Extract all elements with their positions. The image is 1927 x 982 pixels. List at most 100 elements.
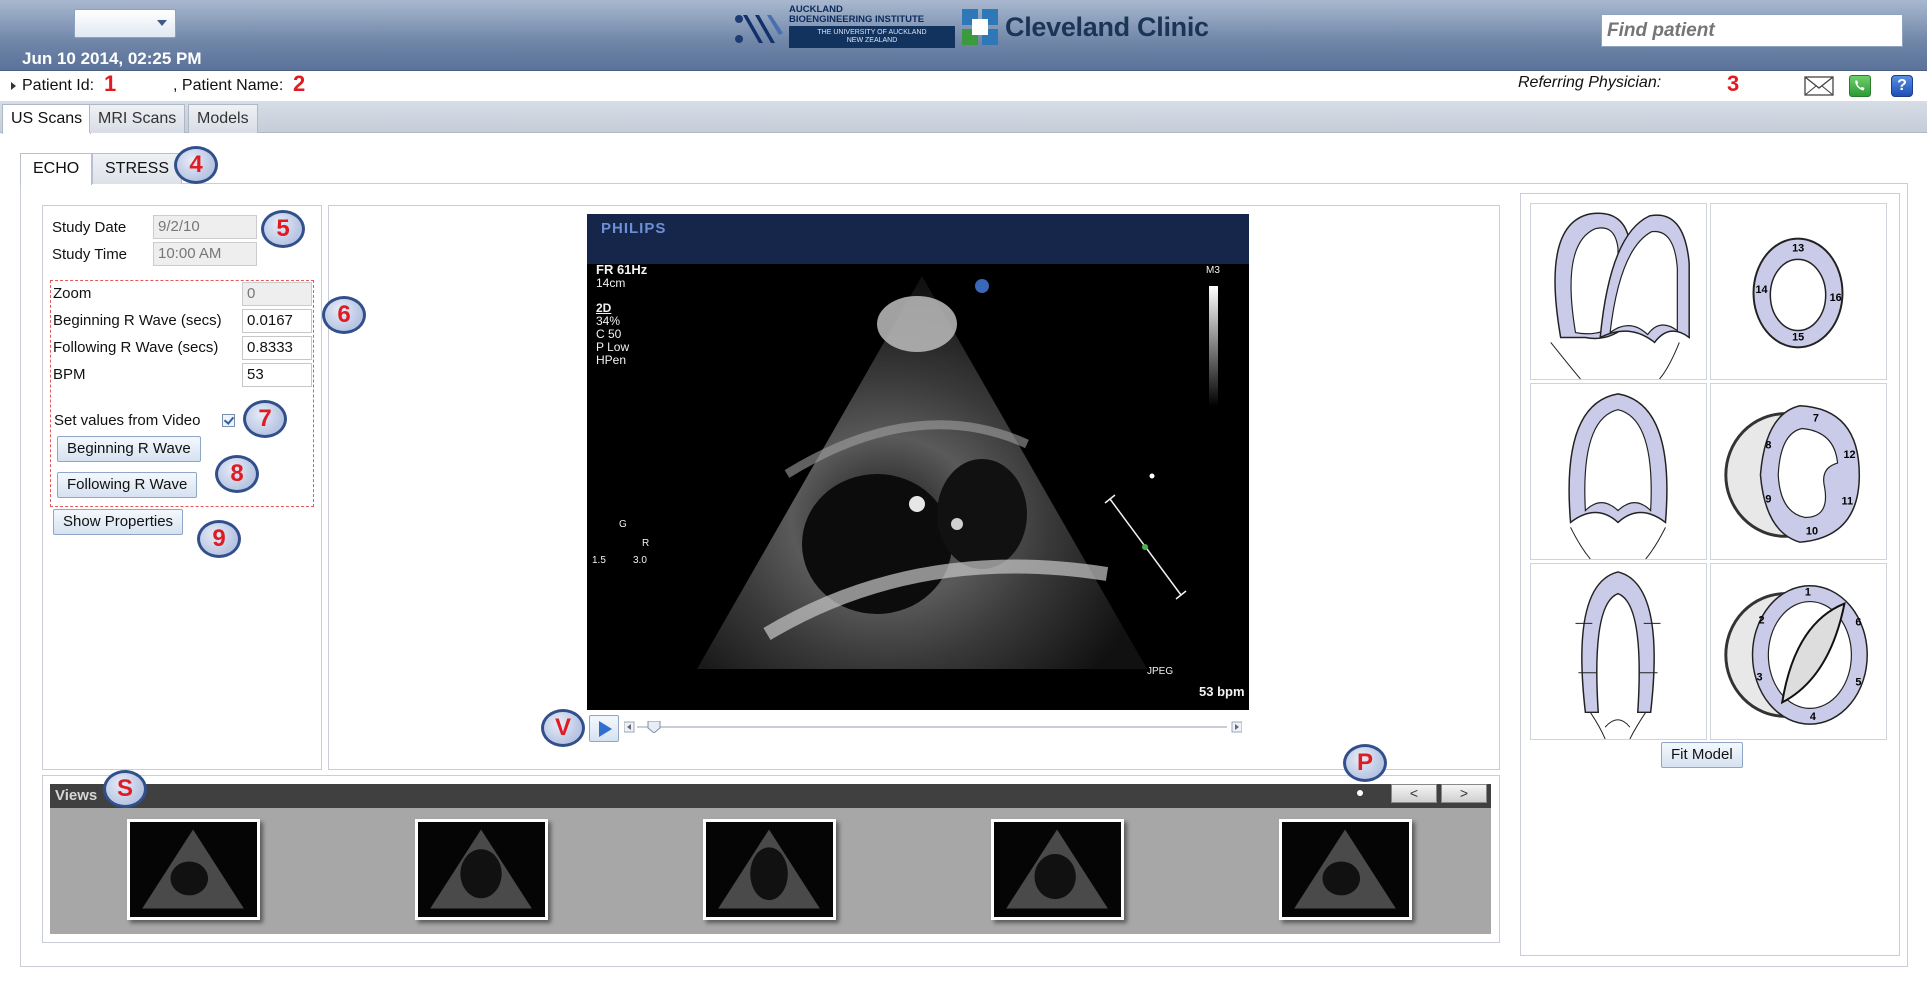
model-view-apical-short-axis[interactable]: 1 2 3 4 5 6 xyxy=(1710,563,1887,740)
segment-label: 13 xyxy=(1792,242,1804,254)
study-date-label: Study Date xyxy=(52,219,127,236)
cleveland-clinic-name: Cleveland Clinic xyxy=(1005,12,1209,42)
referring-physician-label: Referring Physician: xyxy=(1518,74,1662,91)
frame-rate: FR 61Hz xyxy=(596,262,648,277)
thumbnail-image xyxy=(1294,829,1396,909)
logo-text: THE UNIVERSITY OF AUCKLAND xyxy=(817,29,927,36)
model-view-long-axis[interactable] xyxy=(1530,203,1707,380)
callout-7: 7 xyxy=(243,400,287,438)
callout-4: 4 xyxy=(174,146,218,184)
prev-page-button[interactable]: < xyxy=(1391,784,1437,803)
segment-label: 3 xyxy=(1756,672,1762,684)
thumbnail-image xyxy=(718,829,820,909)
following-r-wave-button[interactable]: Following R Wave xyxy=(57,472,198,498)
scale-right: 3.0 xyxy=(633,555,647,566)
study-time-field: 10:00 AM xyxy=(153,242,257,266)
find-patient-input[interactable] xyxy=(1601,14,1903,47)
segment-label: 2 xyxy=(1758,614,1764,626)
basal-short-axis-diagram: 13 14 15 16 xyxy=(1752,237,1844,349)
model-view-basal-short-axis[interactable]: 13 14 15 16 xyxy=(1710,203,1887,380)
help-icon[interactable]: ? xyxy=(1891,75,1913,97)
two-chamber-diagram xyxy=(1568,393,1668,560)
views-header: Views xyxy=(50,784,1491,808)
segment-label: 16 xyxy=(1830,292,1842,304)
mail-icon[interactable] xyxy=(1804,75,1834,97)
thumbnail-image xyxy=(142,829,244,909)
zoom-label: Zoom xyxy=(53,285,92,302)
view-thumbnail[interactable] xyxy=(415,819,548,920)
set-values-from-video-checkbox[interactable] xyxy=(222,414,235,427)
model-view-two-chamber[interactable] xyxy=(1530,383,1707,560)
play-button[interactable] xyxy=(589,715,619,742)
callout-v: V xyxy=(541,709,585,747)
g-label: G xyxy=(619,519,627,530)
annotation-2: 2 xyxy=(293,71,306,96)
annotation-3: 3 xyxy=(1727,71,1740,96)
four-chamber-diagram xyxy=(1575,571,1661,740)
m-label: M3 xyxy=(1206,265,1220,276)
tab-mri-scans[interactable]: MRI Scans xyxy=(89,104,186,133)
following-r-wave-label: Following R Wave (secs) xyxy=(53,339,219,356)
set-values-from-video-label: Set values from Video xyxy=(54,412,201,429)
patient-id-label: Patient Id: xyxy=(22,77,95,94)
tab-models[interactable]: Models xyxy=(188,104,258,133)
logo-band: THE UNIVERSITY OF AUCKLAND NEW ZEALAND xyxy=(789,26,955,48)
zoom-field: 0 xyxy=(242,282,312,306)
callout-9: 9 xyxy=(197,520,241,558)
top-dropdown[interactable] xyxy=(74,9,176,38)
tab-us-scans[interactable]: US Scans xyxy=(2,104,92,134)
mid-short-axis-diagram: 7 8 9 10 11 12 xyxy=(1724,405,1861,543)
segment-label: 4 xyxy=(1810,711,1816,723)
r-label: R xyxy=(642,538,650,549)
auckland-logo-icon xyxy=(735,15,783,43)
scale-left: 1.5 xyxy=(592,555,606,566)
current-datetime: Jun 10 2014, 02:25 PM xyxy=(22,49,202,68)
cleveland-clinic-logo-icon xyxy=(962,9,998,45)
segment-label: 15 xyxy=(1792,331,1804,343)
callout-5: 5 xyxy=(261,210,305,248)
chevron-down-icon[interactable] xyxy=(157,20,167,26)
callout-6: 6 xyxy=(322,296,366,334)
callout-p: P xyxy=(1343,744,1387,782)
segment-label: 14 xyxy=(1755,284,1767,296)
segment-label: 5 xyxy=(1855,677,1861,689)
view-thumbnail[interactable] xyxy=(703,819,836,920)
app-header: Jun 10 2014, 02:25 PM AUCKLAND BIOENGINE… xyxy=(0,0,1927,71)
segment-label: 12 xyxy=(1843,449,1855,461)
image-format: JPEG xyxy=(1147,666,1174,677)
phone-glyph-icon xyxy=(1855,80,1865,91)
following-r-wave-field[interactable]: 0.8333 xyxy=(242,336,312,360)
view-thumbnail[interactable] xyxy=(991,819,1124,920)
segment-label: 11 xyxy=(1842,496,1853,508)
callout-8: 8 xyxy=(215,455,259,493)
phone-icon[interactable] xyxy=(1849,75,1871,97)
heart-rate: 53 bpm xyxy=(1199,684,1245,699)
bpm-field[interactable]: 53 xyxy=(242,363,312,387)
show-properties-button[interactable]: Show Properties xyxy=(53,509,184,535)
model-view-four-chamber[interactable] xyxy=(1530,563,1707,740)
tab-stress[interactable]: STRESS xyxy=(92,153,183,184)
segment-label: 7 xyxy=(1813,413,1819,425)
beginning-r-wave-button[interactable]: Beginning R Wave xyxy=(57,436,201,462)
ultrasound-image xyxy=(697,276,1218,669)
tab-echo[interactable]: ECHO xyxy=(20,153,93,185)
patient-name-label: , Patient Name: xyxy=(173,77,284,94)
view-thumbnail[interactable] xyxy=(127,819,260,920)
harmonic: HPen xyxy=(596,353,627,367)
callout-s: S xyxy=(103,770,147,808)
beginning-r-wave-field[interactable]: 0.0167 xyxy=(242,309,312,333)
thumbnail-image xyxy=(1006,829,1108,909)
fit-model-button[interactable]: Fit Model xyxy=(1661,742,1743,768)
patient-info-bar: Patient Id: , Patient Name: Referring Ph… xyxy=(0,71,1927,101)
segment-label: 9 xyxy=(1765,494,1771,506)
annotation-1: 1 xyxy=(104,71,117,96)
apical-short-axis-diagram: 1 2 3 4 5 6 xyxy=(1724,585,1868,725)
expand-arrow-icon[interactable] xyxy=(11,82,16,90)
auckland-bioengineering-logo: AUCKLAND BIOENGINEERING INSTITUTE THE UN… xyxy=(733,5,955,51)
long-axis-diagram xyxy=(1550,212,1690,380)
next-page-button[interactable]: > xyxy=(1441,784,1487,803)
echo-video[interactable]: PHILIPS FR 61Hz 14cm 2D 34% C 50 P Low H… xyxy=(587,214,1249,710)
video-scrubber[interactable] xyxy=(624,721,1242,733)
view-thumbnail[interactable] xyxy=(1279,819,1412,920)
model-view-mid-short-axis[interactable]: 7 8 9 10 11 12 xyxy=(1710,383,1887,560)
